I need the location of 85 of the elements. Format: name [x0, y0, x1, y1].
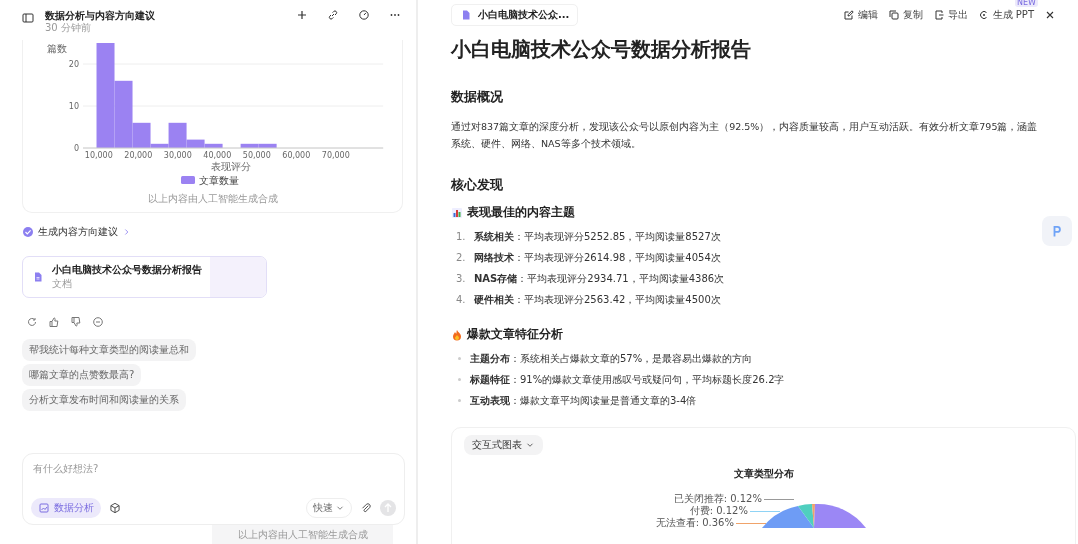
- step-label: 生成内容方向建议: [38, 225, 118, 239]
- x-tick-label: 50,000: [242, 151, 271, 160]
- thumbs-up-icon[interactable]: [48, 316, 60, 328]
- bullet-icon: [458, 357, 461, 360]
- list-item: 系统相关：平均表现评分5252.85，平均阅读量8527次: [474, 230, 721, 244]
- edit-button[interactable]: 编辑: [842, 8, 878, 22]
- suggestion-chip[interactable]: 分析文章发布时间和阅读量的关系: [22, 389, 186, 411]
- presentation-icon: [977, 9, 990, 21]
- cube-icon[interactable]: [108, 501, 122, 515]
- x-tick-label: 40,000: [203, 151, 232, 160]
- document-type: 文档: [52, 277, 73, 291]
- section-heading: 数据概况: [451, 88, 504, 106]
- document-thumbnail: [210, 257, 266, 297]
- floating-p-button[interactable]: [1042, 216, 1072, 246]
- edit-icon: [842, 9, 855, 21]
- list-item: 互动表现：爆款文章平均阅读量是普通文章的3-4倍: [470, 394, 697, 408]
- chat-timestamp: 30 分钟前: [45, 22, 92, 34]
- y-tick-label: 20: [68, 60, 79, 69]
- message-input[interactable]: 有什么好想法?: [31, 460, 396, 477]
- new-badge: NEW: [1015, 0, 1038, 7]
- document-title: 小白电脑技术公众号数据分析报告: [451, 36, 752, 63]
- x-tick-label: 30,000: [163, 151, 192, 160]
- list-item: NAS存储：平均表现评分2934.71，平均阅读量4386次: [474, 272, 725, 286]
- export-icon: [932, 9, 945, 21]
- x-tick-label: 60,000: [282, 151, 311, 160]
- sidebar-toggle-icon[interactable]: [22, 12, 34, 24]
- copy-icon: [887, 9, 900, 21]
- subsection-heading: 爆款文章特征分析: [467, 326, 563, 343]
- suggestion-chip[interactable]: 帮我统计每种文章类型的阅读量总和: [22, 339, 196, 361]
- list-item: 主题分布：系统相关占爆款文章的57%，是最容易出爆款的方向: [470, 352, 753, 366]
- overview-paragraph: 通过对837篇文章的深度分析，发现该公众号以原创内容为主（92.5%），内容质量较高，用户互动活跃。有效分析文章795篇，涵盖系统、硬件、网络、NAS等多个技术领域。: [451, 120, 1039, 151]
- x-tick-label: 20,000: [124, 151, 153, 160]
- document-icon: [460, 9, 472, 21]
- leader-line: [750, 510, 780, 512]
- link-icon[interactable]: [327, 9, 339, 21]
- list-item: 标题特征：91%的爆款文章使用感叹号或疑问句，平均标题长度26.2字: [470, 373, 785, 387]
- paperclip-icon[interactable]: [359, 501, 373, 515]
- list-item: 硬件相关：平均表现评分2563.42，平均阅读量4500次: [474, 293, 721, 307]
- chart-type-dropdown[interactable]: 交互式图表: [464, 435, 543, 455]
- fire-icon: [451, 328, 463, 341]
- y-tick-label: 10: [68, 102, 79, 111]
- x-tick-label: 70,000: [321, 151, 350, 160]
- speed-dropdown[interactable]: 快速: [306, 498, 352, 518]
- plus-icon[interactable]: [296, 9, 308, 21]
- list-number: 2.: [456, 251, 467, 265]
- x-tick-label: 10,000: [84, 151, 113, 160]
- subsection-heading: 表现最佳的内容主题: [467, 204, 575, 221]
- suggestion-chip[interactable]: 哪篇文章的点赞数最高?: [22, 364, 142, 386]
- document-icon: [32, 271, 44, 283]
- y-tick-label: 0: [73, 144, 79, 153]
- pie-label: 已关闭推荐: 0.12%: [673, 493, 762, 505]
- document-card[interactable]: 小白电脑技术公众号数据分析报告 文档: [22, 256, 267, 298]
- bar-chart-icon: [451, 206, 463, 219]
- chat-title: 数据分析与内容方向建议: [45, 9, 155, 22]
- leader-line: [736, 522, 766, 524]
- list-number: 1.: [456, 230, 467, 244]
- comment-icon[interactable]: [92, 316, 104, 328]
- data-analysis-chip[interactable]: 数据分析: [31, 498, 101, 518]
- x-axis-title: 表现评分: [211, 161, 251, 172]
- clock-icon[interactable]: [358, 9, 370, 21]
- copy-button[interactable]: 复制: [887, 8, 923, 22]
- letter-p-icon: [1052, 224, 1062, 238]
- ai-disclaimer: 以上内容由人工智能生成合成: [147, 192, 278, 206]
- chart-title: 文章类型分布: [732, 467, 795, 481]
- legend-swatch: [181, 176, 195, 184]
- bullet-icon: [458, 378, 461, 381]
- close-icon[interactable]: [1044, 9, 1056, 21]
- export-button[interactable]: 导出: [932, 8, 968, 22]
- message-composer[interactable]: 有什么好想法? 数据分析 快速: [22, 453, 405, 525]
- y-axis-title: 篇数: [47, 43, 67, 54]
- leader-line: [764, 498, 794, 500]
- document-tab[interactable]: 小白电脑技术公众...: [451, 4, 579, 26]
- list-number: 3.: [456, 272, 467, 286]
- bullet-icon: [458, 399, 461, 402]
- refresh-icon[interactable]: [26, 316, 38, 328]
- chart-icon: [38, 502, 50, 514]
- section-heading: 核心发现: [451, 176, 504, 194]
- list-number: 4.: [456, 293, 467, 307]
- ai-disclaimer: 以上内容由人工智能生成合成: [212, 525, 393, 544]
- legend-label: 文章数量: [199, 175, 239, 186]
- list-item: 网络技术：平均表现评分2614.98，平均阅读量4054次: [474, 251, 721, 265]
- document-title: 小白电脑技术公众号数据分析报告: [52, 263, 202, 277]
- thumbs-down-icon[interactable]: [70, 316, 82, 328]
- pie-label: 付费: 0.12%: [689, 505, 748, 517]
- pie-label: 无法查看: 0.36%: [655, 517, 734, 529]
